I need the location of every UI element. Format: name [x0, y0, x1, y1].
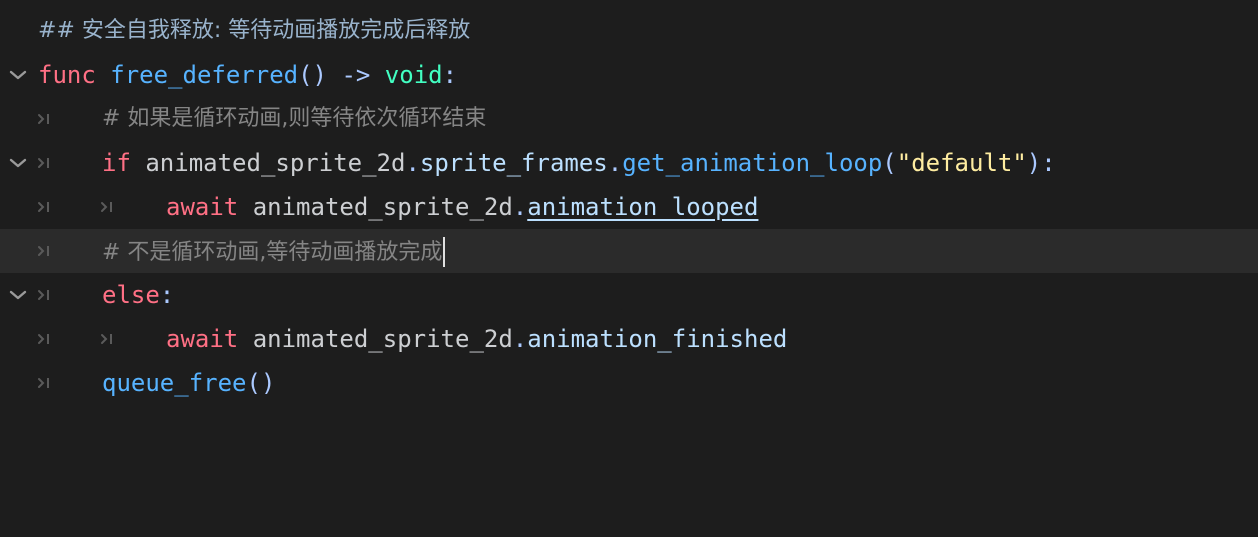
tab-indent-icon	[100, 317, 116, 361]
code-line-9[interactable]: queue_free()	[0, 361, 1258, 405]
tab-indent-icon	[37, 273, 53, 317]
code-text: if animated_sprite_2d.sprite_frames.get_…	[102, 141, 1056, 185]
code-line-5[interactable]: await animated_sprite_2d.animation_loope…	[0, 185, 1258, 229]
parens: ()	[298, 61, 327, 89]
code-line-6-current[interactable]: # 不是循环动画,等待动画播放完成	[0, 229, 1258, 273]
keyword-await: await	[166, 325, 239, 353]
tab-indent-icon	[100, 185, 116, 229]
function-call: queue_free	[102, 369, 247, 397]
fold-chevron-down-icon[interactable]	[8, 53, 28, 97]
comment: # 不是循环动画,等待动画播放完成	[102, 240, 443, 265]
signal-name: animation_finished	[527, 325, 788, 353]
signal-name: animation_looped	[527, 193, 759, 221]
dot: .	[512, 193, 528, 221]
code-text: # 不是循环动画,等待动画播放完成	[102, 229, 446, 275]
fold-chevron-down-icon[interactable]	[8, 273, 28, 317]
parens: ()	[246, 369, 276, 397]
code-text: queue_free()	[102, 361, 275, 405]
code-line-2[interactable]: func free_deferred() -> void:	[0, 53, 1258, 97]
comment: # 如果是循环动画,则等待依次循环结束	[102, 106, 487, 131]
colon: :	[159, 281, 175, 309]
open-paren: (	[882, 149, 897, 177]
property: sprite_frames	[419, 149, 608, 177]
colon: :	[442, 61, 458, 89]
code-editor[interactable]: ## 安全自我释放: 等待动画播放完成后释放 func free_deferre…	[0, 0, 1258, 433]
method-call: get_animation_loop	[622, 149, 883, 177]
fold-chevron-down-icon[interactable]	[8, 141, 28, 185]
dot: .	[405, 149, 420, 177]
keyword-await: await	[166, 193, 239, 221]
tab-indent-icon	[37, 141, 53, 185]
identifier: animated_sprite_2d	[145, 149, 406, 177]
string-literal: "default"	[896, 149, 1027, 177]
tab-indent-icon	[37, 317, 53, 361]
code-text: await animated_sprite_2d.animation_loope…	[166, 185, 758, 229]
tab-indent-icon	[37, 97, 53, 141]
keyword-else: else	[102, 281, 160, 309]
close-paren-colon: ):	[1026, 149, 1056, 177]
dot: .	[607, 149, 623, 177]
code-text: await animated_sprite_2d.animation_finis…	[166, 317, 787, 361]
function-name: free_deferred	[110, 61, 299, 89]
code-line-8[interactable]: await animated_sprite_2d.animation_finis…	[0, 317, 1258, 361]
tab-indent-icon	[37, 229, 53, 273]
return-type: void	[384, 61, 443, 89]
tab-indent-icon	[37, 361, 53, 405]
dot: .	[512, 325, 528, 353]
identifier: animated_sprite_2d	[252, 325, 513, 353]
identifier: animated_sprite_2d	[252, 193, 513, 221]
text-caret	[443, 237, 446, 267]
code-line-4[interactable]: if animated_sprite_2d.sprite_frames.get_…	[0, 141, 1258, 185]
tab-indent-icon	[37, 185, 53, 229]
code-text: func free_deferred() -> void:	[38, 53, 457, 97]
code-line-7[interactable]: else:	[0, 273, 1258, 317]
keyword-func: func	[38, 61, 96, 89]
return-arrow: ->	[327, 61, 385, 89]
code-line-3[interactable]: # 如果是循环动画,则等待依次循环结束	[0, 97, 1258, 141]
doc-comment: ## 安全自我释放: 等待动画播放完成后释放	[38, 18, 471, 43]
code-line-1[interactable]: ## 安全自我释放: 等待动画播放完成后释放	[0, 9, 1258, 53]
code-text: else:	[102, 273, 174, 317]
keyword-if: if	[102, 149, 131, 177]
